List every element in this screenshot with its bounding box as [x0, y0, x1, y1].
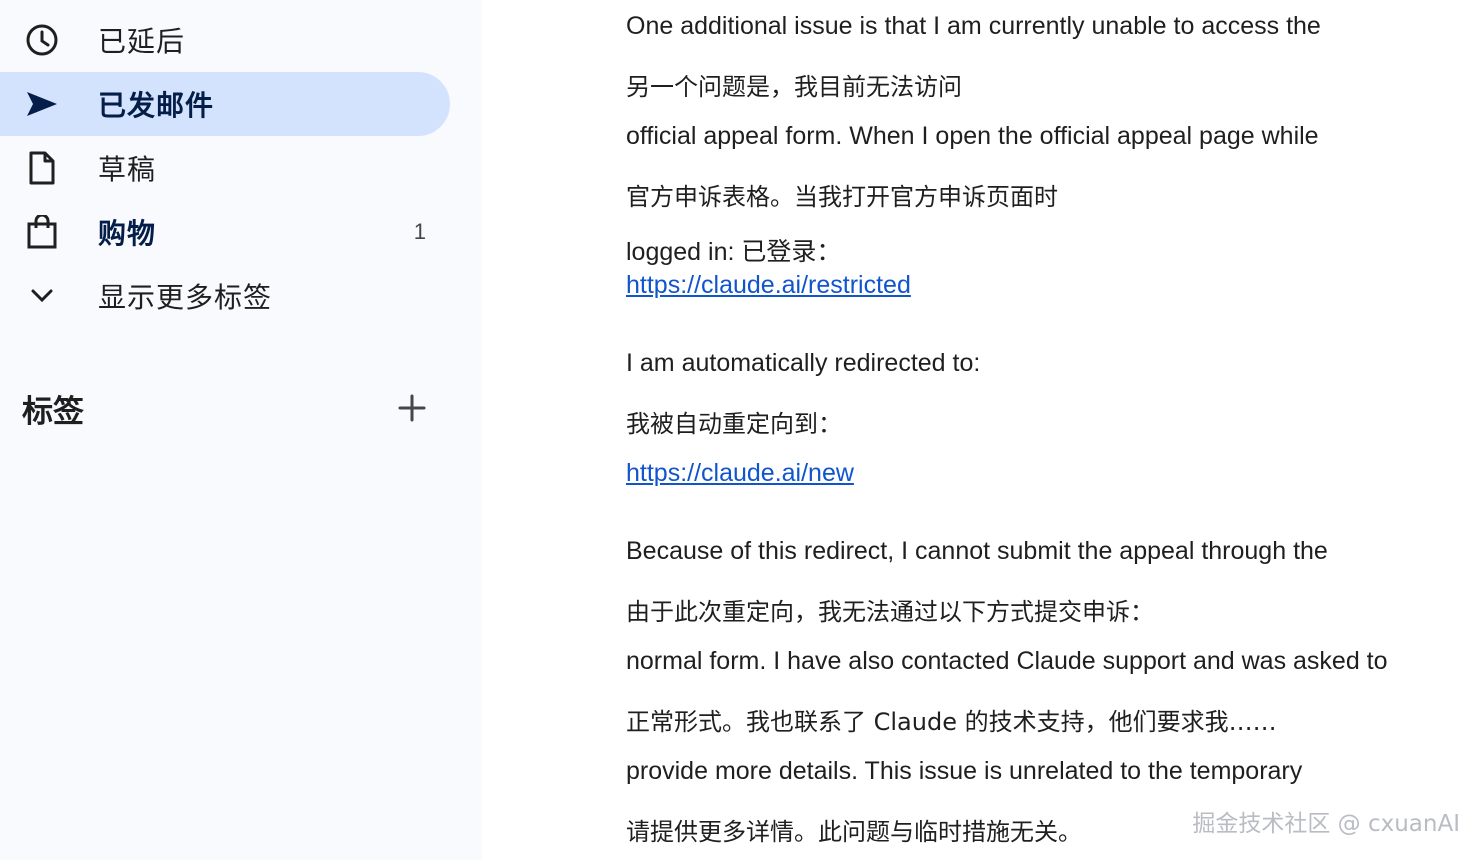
labels-title: 标签	[22, 393, 84, 430]
sidebar-item-more-labels[interactable]: 显示更多标签	[0, 264, 450, 328]
sidebar-item-shopping[interactable]: 购物 1	[0, 200, 450, 264]
email-text-line: logged in: 已登录：	[626, 238, 842, 266]
email-text-line: provide more details. This issue is unre…	[626, 757, 1303, 785]
sidebar-item-sent[interactable]: 已发邮件	[0, 72, 450, 136]
add-label-button[interactable]	[392, 388, 432, 428]
chevron-down-icon	[22, 276, 62, 316]
new-chat-link[interactable]: https://claude.ai/new	[626, 459, 854, 488]
sidebar-item-label: 草稿	[98, 153, 157, 186]
shopping-bag-icon	[22, 212, 62, 252]
email-text-line: 我被自动重定向到：	[626, 410, 842, 438]
sidebar-item-drafts[interactable]: 草稿	[0, 136, 450, 200]
email-text-line: 另一个问题是，我目前无法访问	[626, 73, 962, 101]
email-text-line: official appeal form. When I open the of…	[626, 122, 1319, 150]
email-text-line: Because of this redirect, I cannot submi…	[626, 537, 1328, 565]
sidebar-item-label: 已延后	[98, 25, 186, 58]
email-text-line: normal form. I have also contacted Claud…	[626, 647, 1388, 675]
restricted-link[interactable]: https://claude.ai/restricted	[626, 271, 911, 300]
clock-icon	[22, 20, 62, 60]
email-text-line: I am automatically redirected to:	[626, 349, 981, 377]
email-text-line: 正常形式。我也联系了 Claude 的技术支持，他们要求我……	[626, 708, 1277, 736]
labels-section-header: 标签	[22, 380, 442, 436]
email-text-line: One additional issue is that I am curren…	[626, 12, 1321, 40]
email-text-line: 由于此次重定向，我无法通过以下方式提交申诉：	[626, 598, 1154, 626]
email-text-line: 官方申诉表格。当我打开官方申诉页面时	[626, 183, 1058, 211]
sidebar-item-label: 购物	[98, 217, 157, 250]
draft-icon	[22, 148, 62, 188]
sidebar: 已延后 已发邮件 草稿 购物 1 显示更多标签 标签	[0, 0, 482, 860]
email-text-line: 请提供更多详情。此问题与临时措施无关。	[626, 818, 1082, 846]
plus-icon	[398, 394, 426, 422]
email-body: One additional issue is that I am curren…	[482, 0, 1482, 860]
send-icon	[22, 84, 62, 124]
watermark: 掘金技术社区 @ cxuanAI	[1192, 811, 1460, 837]
sidebar-item-snoozed[interactable]: 已延后	[0, 8, 450, 72]
unread-count: 1	[413, 219, 426, 244]
sidebar-item-label: 已发邮件	[98, 89, 215, 122]
sidebar-item-label: 显示更多标签	[98, 281, 273, 314]
